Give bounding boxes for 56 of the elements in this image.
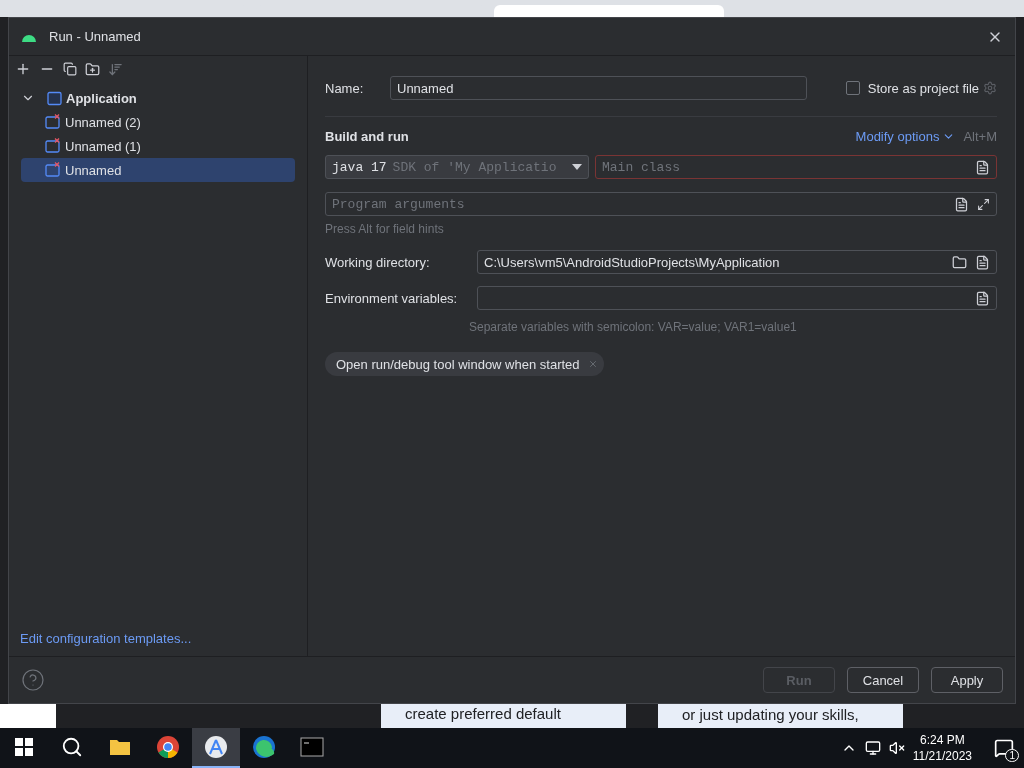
shortcut-hint: Alt+M — [963, 129, 997, 144]
tree-item[interactable]: Unnamed (1) — [21, 134, 295, 158]
help-icon[interactable] — [21, 668, 45, 692]
edge-icon — [252, 735, 276, 759]
config-icon — [45, 114, 61, 130]
folder-icon[interactable] — [952, 254, 967, 270]
templates-link[interactable]: Edit configuration templates... — [20, 631, 307, 646]
list-icon[interactable] — [975, 290, 990, 306]
environment-hint-text: Separate variables with semicolon: VAR=value; VAR1=value1 — [469, 320, 797, 334]
window-title: Run - Unnamed — [49, 29, 142, 44]
option-label: Open run/debug tool window when started — [336, 356, 580, 372]
apply-button[interactable]: Apply — [931, 667, 1003, 693]
clock[interactable]: 6:24 PM 11/21/2023 — [912, 732, 972, 764]
section-title: Build and run — [325, 129, 410, 144]
terminal-icon — [300, 737, 324, 757]
expand-icon[interactable] — [977, 197, 990, 211]
list-icon[interactable] — [975, 159, 990, 175]
working-directory-field[interactable]: C:\Users\vm5\AndroidStudioProjects\MyApplication — [477, 250, 997, 274]
folder-icon — [109, 738, 131, 756]
network-icon[interactable] — [864, 740, 881, 756]
notification-count: 1 — [1005, 749, 1019, 762]
store-label: Store as project file — [867, 80, 979, 96]
environment-variables-label: Environment variables: — [325, 290, 459, 306]
list-icon[interactable] — [954, 196, 969, 212]
search-icon — [61, 736, 83, 758]
config-icon — [45, 138, 61, 154]
jdk-dropdown[interactable]: java 17 SDK of 'My Applicatio — [325, 155, 589, 179]
taskbar-app[interactable] — [192, 728, 240, 768]
name-field[interactable]: Unnamed — [390, 76, 807, 100]
copy-icon[interactable] — [63, 62, 77, 76]
name-label: Name: — [325, 80, 365, 96]
volume-muted-icon[interactable] — [888, 740, 905, 756]
tree-group-label[interactable]: Application — [66, 90, 137, 106]
time-text: 6:24 PM — [920, 732, 965, 748]
sort-icon[interactable] — [108, 61, 123, 77]
folder-add-icon[interactable] — [85, 61, 100, 77]
list-icon[interactable] — [975, 254, 990, 270]
application-icon — [47, 90, 62, 106]
page-text: create preferred default — [405, 705, 562, 722]
add-icon[interactable] — [15, 61, 31, 77]
field-hints-text: Press Alt for field hints — [325, 222, 444, 236]
store-checkbox[interactable] — [845, 81, 860, 95]
studio-icon — [204, 735, 228, 759]
cancel-button[interactable]: Cancel — [847, 667, 919, 693]
modify-options-link[interactable]: Modify options — [855, 129, 956, 144]
environment-variables-field[interactable] — [477, 286, 997, 310]
chrome-icon — [156, 735, 180, 759]
option-chip[interactable]: Open run/debug tool window when started — [325, 352, 604, 376]
dropdown-icon — [572, 164, 582, 170]
date-text: 11/21/2023 — [912, 748, 972, 764]
tree-item[interactable]: Unnamed — [21, 158, 295, 182]
config-icon — [45, 162, 61, 178]
windows-icon — [15, 738, 33, 756]
page-text: or just updating your skills, — [682, 706, 860, 723]
working-directory-label: Working directory: — [325, 254, 431, 270]
tree-item[interactable]: Unnamed (2) — [21, 110, 295, 134]
